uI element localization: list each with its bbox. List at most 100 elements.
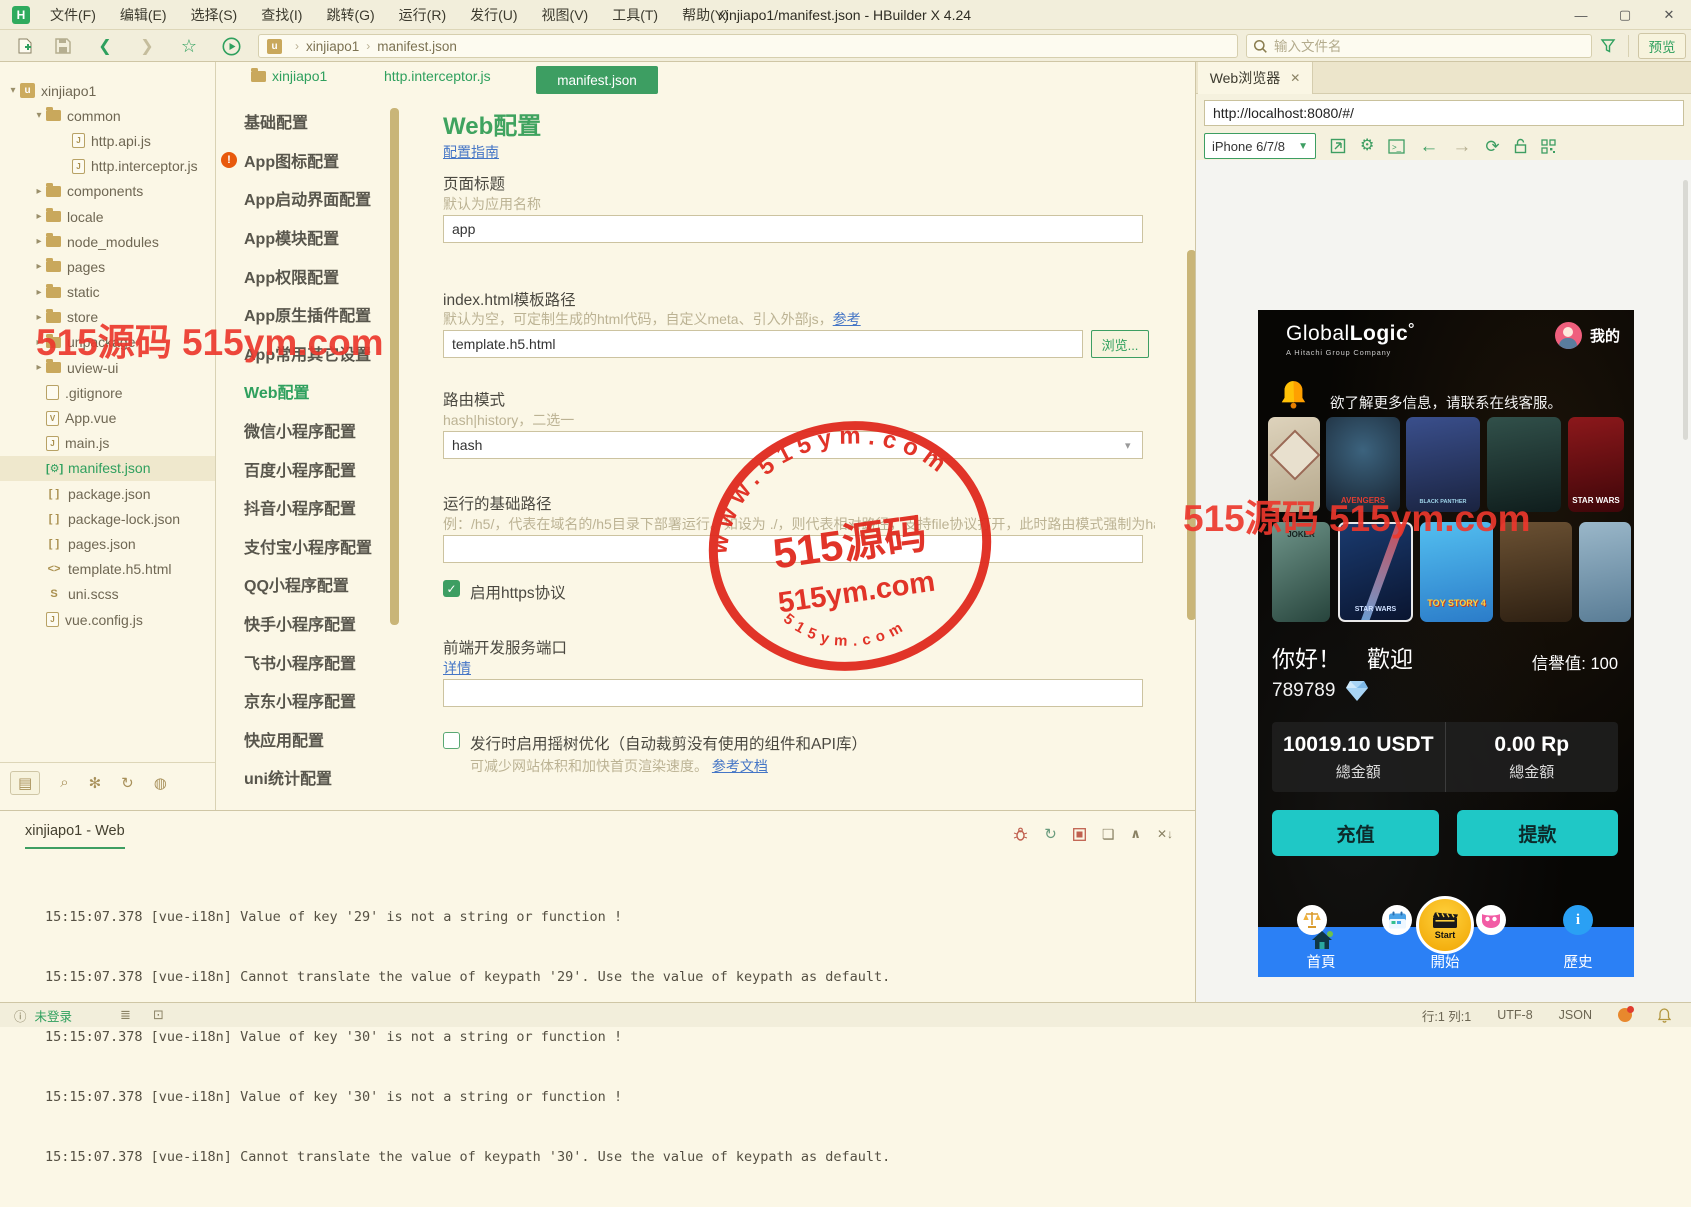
tree-item-folder[interactable]: ▸ node_modules bbox=[0, 229, 215, 254]
nav-app-other-config[interactable]: App常用其它设置 bbox=[216, 334, 391, 373]
menu-goto[interactable]: 跳转(G) bbox=[316, 2, 384, 28]
console-tab[interactable]: xinjiapo1 - Web bbox=[25, 823, 125, 849]
page-title-input[interactable] bbox=[443, 215, 1143, 243]
withdraw-button[interactable]: 提款 bbox=[1457, 810, 1618, 856]
breadcrumb[interactable]: u › xinjiapo1 › manifest.json bbox=[258, 34, 1238, 58]
browse-button[interactable]: 浏览... bbox=[1091, 330, 1149, 358]
favorite-star-icon[interactable]: ☆ bbox=[178, 36, 200, 56]
mask-game-icon[interactable] bbox=[1476, 905, 1506, 935]
debug-bug-icon[interactable] bbox=[1013, 827, 1028, 842]
tree-item-file[interactable]: [ ] package.json bbox=[0, 481, 215, 506]
movie-poster[interactable]: STAR WARS bbox=[1338, 522, 1413, 622]
forward-icon[interactable]: ❯ bbox=[136, 36, 158, 56]
tree-item-file[interactable]: [ ] package-lock.json bbox=[0, 506, 215, 531]
tree-item-file[interactable]: [ ] pages.json bbox=[0, 531, 215, 556]
tree-item-folder[interactable]: ▸ uview-ui bbox=[0, 355, 215, 380]
save-icon[interactable] bbox=[52, 36, 74, 56]
console-window-icon[interactable]: >_ bbox=[1388, 138, 1405, 154]
profile-button[interactable]: 我的 bbox=[1554, 322, 1620, 349]
menu-edit[interactable]: 编辑(E) bbox=[110, 2, 177, 28]
refresh-icon[interactable]: ⟳ bbox=[1485, 138, 1499, 155]
tree-item-file[interactable]: Jvue.config.js bbox=[0, 607, 215, 632]
tree-item-folder[interactable]: ▸ store bbox=[0, 305, 215, 330]
export-log-icon[interactable]: ❏ bbox=[1102, 826, 1115, 843]
tree-item-file-selected[interactable]: [⚙] manifest.json bbox=[0, 455, 215, 481]
tree-item-file[interactable]: Jhttp.interceptor.js bbox=[0, 154, 215, 179]
close-icon[interactable]: ✕ bbox=[1290, 71, 1300, 85]
template-path-input[interactable] bbox=[443, 330, 1083, 358]
qr-code-icon[interactable] bbox=[1540, 138, 1556, 154]
outline-icon[interactable]: ≣ bbox=[120, 1007, 131, 1023]
movie-poster[interactable]: JOKER bbox=[1272, 522, 1330, 622]
info-history-icon[interactable]: i bbox=[1563, 905, 1593, 935]
new-file-icon[interactable] bbox=[14, 36, 36, 56]
nav-start[interactable]: 開始 bbox=[1410, 951, 1480, 972]
tree-item-folder[interactable]: ▸ locale bbox=[0, 204, 215, 229]
movie-poster[interactable]: AVENGERS bbox=[1326, 417, 1400, 512]
terminal-icon[interactable]: ⊡ bbox=[153, 1007, 164, 1023]
clear-log-icon[interactable]: ✕↓ bbox=[1157, 827, 1173, 841]
nav-douyin-config[interactable]: 抖音小程序配置 bbox=[216, 488, 391, 527]
tree-item-folder[interactable]: ▸ unpackage bbox=[0, 330, 215, 355]
nav-weixin-config[interactable]: 微信小程序配置 bbox=[216, 411, 391, 450]
tree-item-file[interactable]: <> template.h5.html bbox=[0, 557, 215, 582]
run-icon[interactable] bbox=[220, 36, 242, 56]
cursor-position[interactable]: 行:1 列:1 bbox=[1422, 1006, 1471, 1025]
reference-link[interactable]: 参考 bbox=[833, 311, 861, 327]
nav-scrollbar[interactable] bbox=[390, 108, 399, 625]
filter-funnel-icon[interactable] bbox=[1600, 38, 1616, 54]
nav-app-native-plugin-config[interactable]: App原生插件配置 bbox=[216, 295, 391, 334]
menu-view[interactable]: 视图(V) bbox=[532, 2, 599, 28]
file-search-input[interactable] bbox=[1274, 38, 1574, 54]
tree-item-file[interactable]: Jhttp.api.js bbox=[0, 128, 215, 153]
debug-icon[interactable]: ✻ bbox=[89, 774, 102, 792]
url-bar[interactable] bbox=[1204, 100, 1684, 126]
update-notification-icon[interactable] bbox=[1618, 1006, 1634, 1022]
details-link[interactable]: 详情 bbox=[443, 658, 471, 678]
nav-kuaishou-config[interactable]: 快手小程序配置 bbox=[216, 604, 391, 643]
nav-quickapp-config[interactable]: 快应用配置 bbox=[216, 720, 391, 759]
menu-file[interactable]: 文件(F) bbox=[40, 2, 106, 28]
explorer-tab-icon[interactable]: ▤ bbox=[10, 770, 41, 795]
restart-icon[interactable]: ↻ bbox=[1044, 825, 1057, 843]
tree-item-file[interactable]: .gitignore bbox=[0, 380, 215, 405]
treeshake-checkbox[interactable] bbox=[443, 732, 460, 749]
movie-poster[interactable] bbox=[1500, 522, 1572, 622]
nav-basic-config[interactable]: 基础配置 bbox=[216, 102, 391, 141]
close-button[interactable]: ✕ bbox=[1647, 0, 1691, 30]
refresh-icon[interactable]: ↻ bbox=[121, 774, 134, 792]
back-arrow-icon[interactable]: ← bbox=[1419, 137, 1438, 156]
notification-bell-icon[interactable] bbox=[1658, 1007, 1671, 1023]
nav-qq-config[interactable]: QQ小程序配置 bbox=[216, 565, 391, 604]
file-format[interactable]: JSON bbox=[1559, 1008, 1592, 1022]
tree-item-folder[interactable]: ▸ static bbox=[0, 280, 215, 305]
device-select[interactable]: iPhone 6/7/8 ▼ bbox=[1204, 133, 1316, 159]
settings-gear-icon[interactable]: ⚙ bbox=[1360, 138, 1374, 154]
preview-button[interactable]: 预览 bbox=[1638, 33, 1686, 59]
back-icon[interactable]: ❮ bbox=[94, 36, 116, 56]
nav-jingdong-config[interactable]: 京东小程序配置 bbox=[216, 681, 391, 720]
movie-poster[interactable] bbox=[1487, 417, 1561, 512]
tree-item-folder[interactable]: ▸ components bbox=[0, 179, 215, 204]
calendar-game-icon[interactable] bbox=[1382, 905, 1412, 935]
globe-icon[interactable]: ◍ bbox=[154, 774, 167, 792]
nav-app-launch-config[interactable]: App启动界面配置 bbox=[216, 179, 391, 218]
menu-run[interactable]: 运行(R) bbox=[389, 2, 456, 28]
lock-icon[interactable] bbox=[1514, 138, 1527, 154]
breadcrumb-file[interactable]: manifest.json bbox=[377, 39, 457, 54]
tree-item-project[interactable]: ▾ u xinjiapo1 bbox=[0, 78, 215, 103]
tab-project-folder[interactable]: xinjiapo1 bbox=[251, 67, 327, 84]
preview-scrollbar[interactable] bbox=[1683, 180, 1688, 440]
base-path-input[interactable] bbox=[443, 535, 1143, 563]
reference-doc-link[interactable]: 参考文档 bbox=[712, 758, 768, 774]
nav-app-icon-config[interactable]: ! App图标配置 bbox=[216, 141, 391, 180]
tree-item-folder[interactable]: ▸ pages bbox=[0, 254, 215, 279]
open-external-icon[interactable] bbox=[1330, 138, 1346, 154]
start-game-button[interactable]: Start bbox=[1416, 896, 1474, 954]
nav-home[interactable]: 首頁 bbox=[1286, 951, 1356, 972]
login-status[interactable]: 未登录 bbox=[35, 1006, 73, 1025]
movie-poster[interactable]: BLACK PANTHER bbox=[1406, 417, 1480, 512]
find-binoculars-icon[interactable]: ⌕ bbox=[60, 774, 68, 791]
browser-tab[interactable]: Web浏览器 ✕ bbox=[1198, 62, 1313, 94]
dev-port-input[interactable] bbox=[443, 679, 1143, 707]
